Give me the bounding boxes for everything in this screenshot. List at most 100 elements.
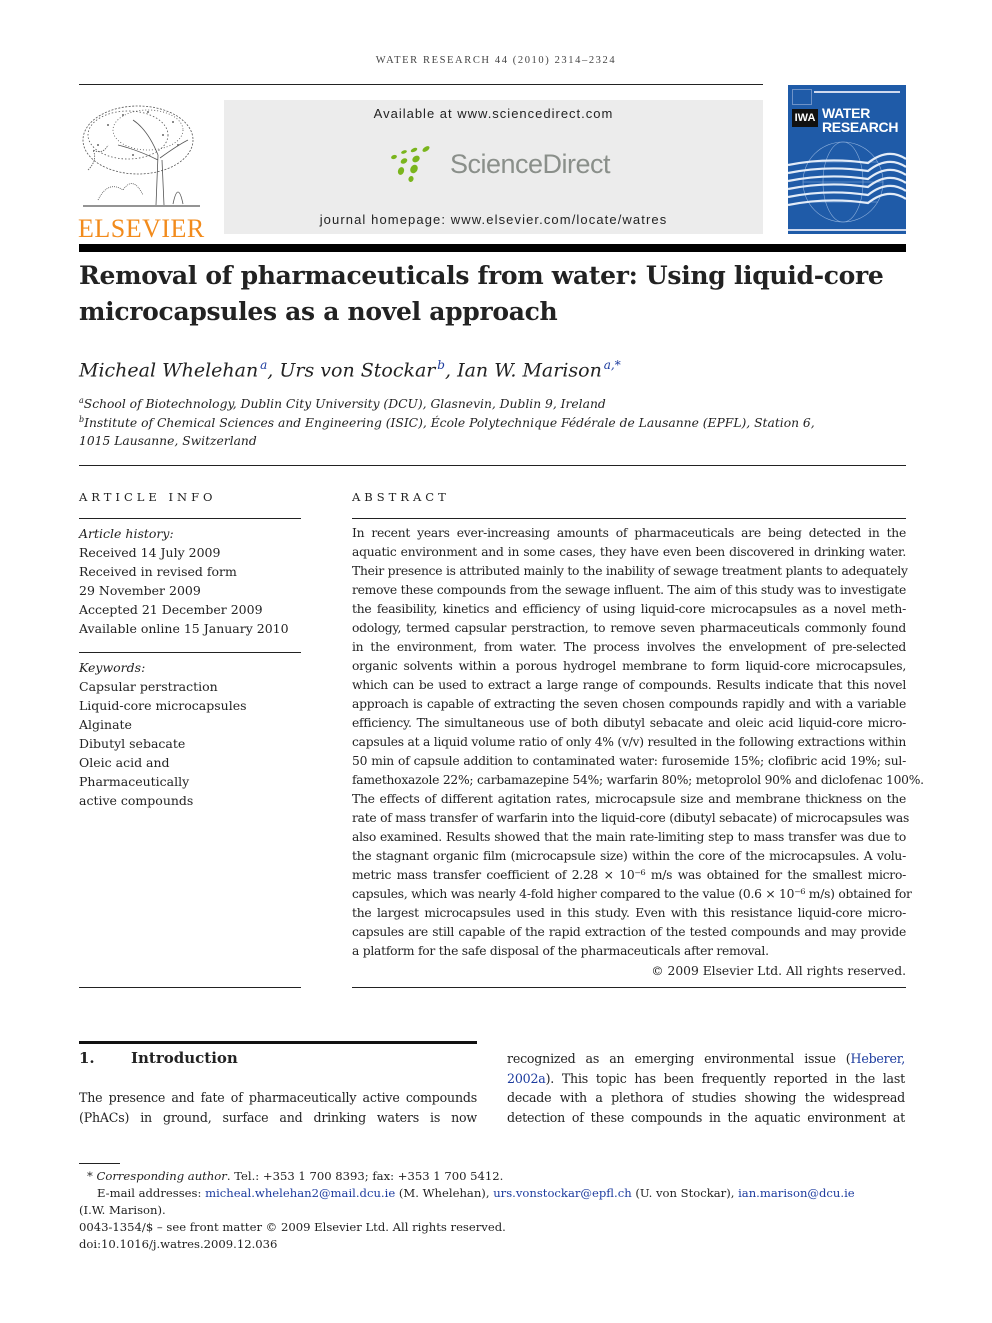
author-name[interactable]: Urs von Stockar <box>279 359 435 381</box>
keywords-label: Keywords: <box>79 660 146 675</box>
abstract-line: metric mass transfer coefficient of 2.28… <box>352 868 906 882</box>
footnote-rule <box>79 1163 120 1164</box>
abstract-line: remove these compounds from the sewage i… <box>352 583 906 597</box>
abstract-rule <box>352 518 906 519</box>
abstract-line: In recent years ever-increasing amounts … <box>352 526 906 540</box>
citation-link[interactable]: Heberer, <box>851 1051 906 1066</box>
article-info-label: ARTICLE INFO <box>79 490 217 504</box>
body-line: The presence and fate of pharmaceuticall… <box>79 1090 477 1105</box>
intro-left-column: The presence and fate of pharmaceuticall… <box>79 1088 477 1127</box>
abstract-line: in the environment, from water. The proc… <box>352 640 906 654</box>
available-at-link[interactable]: Available at www.sciencedirect.com <box>224 106 763 121</box>
history-item: Accepted 21 December 2009 <box>79 602 263 617</box>
abstract-line: also examined. Results showed that the m… <box>352 830 906 844</box>
email-tail: (I.W. Marison). <box>79 1203 166 1217</box>
keyword[interactable]: Alginate <box>79 717 132 732</box>
abstract-text: In recent years ever-increasing amounts … <box>352 524 924 961</box>
sciencedirect-banner: Available at www.sciencedirect.com Scien… <box>224 100 763 234</box>
running-head: WATER RESEARCH 44 (2010) 2314–2324 <box>375 55 617 66</box>
citation-link[interactable]: 2002a <box>507 1071 546 1086</box>
abstract-line: efficiency. The simultaneous use of both… <box>352 716 906 730</box>
cover-bottom-bar <box>788 229 906 231</box>
body-line: decade with a plethora of studies showin… <box>507 1090 905 1105</box>
abstract-line: capsules at a liquid volume ratio of onl… <box>352 735 906 749</box>
abstract-line: odology, termed capsular perstraction, t… <box>352 621 906 635</box>
history-item: Received in revised form <box>79 564 237 579</box>
body-line: 2002a). This topic has been frequently r… <box>507 1070 905 1086</box>
masthead-rule <box>79 244 906 252</box>
section-rule <box>79 1041 477 1044</box>
history-item: 29 November 2009 <box>79 583 201 598</box>
sciencedirect-logo[interactable]: ScienceDirect <box>390 146 611 182</box>
iwa-badge: IWA <box>792 109 818 127</box>
body-line: detection of these compounds in the aqua… <box>507 1109 905 1125</box>
author-name[interactable]: Micheal Whelehan <box>79 359 258 381</box>
header-rule <box>79 84 763 85</box>
section-heading: 1. Introduction <box>79 1049 238 1067</box>
email-link[interactable]: micheal.whelehan2@mail.dcu.ie <box>205 1186 395 1200</box>
issn-line: 0043-1354/$ – see front matter © 2009 El… <box>79 1220 506 1234</box>
abstract-line: famethoxazole 22%; carbamazepine 54%; wa… <box>352 773 924 787</box>
abstract-line: the stagnant organic film (microcapsule … <box>352 849 906 863</box>
affiliation-mark[interactable]: a,* <box>604 358 621 372</box>
history-item: Received 14 July 2009 <box>79 545 221 560</box>
affiliation-a: aSchool of Biotechnology, Dublin City Un… <box>79 396 606 412</box>
abstract-line: capsules, which was nearly 4-fold higher… <box>352 887 912 901</box>
keyword[interactable]: active compounds <box>79 793 193 808</box>
email-link[interactable]: ian.marison@dcu.ie <box>738 1186 855 1200</box>
abstract-line: The effects of different agitation rates… <box>352 792 906 806</box>
keyword[interactable]: Dibutyl sebacate <box>79 736 185 751</box>
abstract-line: aquatic environment and in some cases, t… <box>352 545 906 559</box>
corresponding-author-note: * Corresponding author. Tel.: +353 1 700… <box>87 1169 504 1183</box>
cover-title: WATER RESEARCH <box>822 105 899 135</box>
abstract-bottom-rule <box>352 987 906 988</box>
body-line: recognized as an emerging environmental … <box>507 1051 906 1066</box>
abstract-line: Their presence is attributed mainly to t… <box>352 564 908 578</box>
keywords-rule <box>79 652 301 653</box>
keyword[interactable]: Capsular perstraction <box>79 679 218 694</box>
email-addresses: E-mail addresses: micheal.whelehan2@mail… <box>97 1186 855 1200</box>
history-item: Available online 15 January 2010 <box>79 621 289 636</box>
intro-right-column: recognized as an emerging environmental … <box>507 1049 905 1127</box>
article-history-label: Article history: <box>79 526 174 541</box>
cover-bar <box>814 91 900 93</box>
abstract-line: a platform for the safe disposal of the … <box>352 944 769 958</box>
email-link[interactable]: urs.vonstockar@epfl.ch <box>493 1186 631 1200</box>
doi-link[interactable]: doi:10.1016/j.watres.2009.12.036 <box>79 1237 277 1251</box>
abstract-line: organic solvents within a porous hydroge… <box>352 659 906 673</box>
abstract-line: 50 min of capsule addition to contaminat… <box>352 754 906 768</box>
abstract-copyright: © 2009 Elsevier Ltd. All rights reserved… <box>651 964 906 978</box>
author-name[interactable]: Ian W. Marison <box>457 359 602 381</box>
article-title: Removal of pharmaceuticals from water: U… <box>79 261 884 326</box>
author-list: Micheal Whelehan a, Urs von Stockar b, I… <box>79 358 621 382</box>
abstract-line: the largest microcapsules used in this s… <box>352 906 906 920</box>
cover-emblem <box>792 89 812 105</box>
elsevier-wordmark: ELSEVIER <box>78 214 205 243</box>
journal-homepage-link[interactable]: journal homepage: www.elsevier.com/locat… <box>224 212 763 227</box>
cover-wave-graphic <box>788 141 906 223</box>
journal-cover[interactable]: IWA WATER RESEARCH <box>788 85 906 234</box>
keyword[interactable]: Pharmaceutically <box>79 774 189 789</box>
abstract-label: ABSTRACT <box>352 490 450 504</box>
elsevier-logo[interactable]: ELSEVIER <box>78 100 204 243</box>
keyword[interactable]: Liquid-core microcapsules <box>79 698 247 713</box>
abstract-line: which can be used to extract a large ran… <box>352 678 906 692</box>
dots-icon <box>391 146 430 182</box>
affiliation-b-continued: 1015 Lausanne, Switzerland <box>79 434 257 448</box>
body-line: (PhACs) in ground, surface and drinking … <box>79 1109 477 1125</box>
abstract-line: capsules are still capable of the rapid … <box>352 925 906 939</box>
affiliation-mark[interactable]: a <box>260 358 267 372</box>
tree-icon <box>82 105 200 207</box>
affiliation-mark[interactable]: b <box>437 358 445 372</box>
affiliation-b: bInstitute of Chemical Sciences and Engi… <box>79 415 815 431</box>
article-info-rule <box>79 518 301 519</box>
keyword[interactable]: Oleic acid and <box>79 755 170 770</box>
abstract-line: approach is capable of extracting the se… <box>352 697 906 711</box>
abstract-line: rate of mass transfer of warfarin into t… <box>352 811 910 825</box>
section-title: Introduction <box>131 1049 238 1067</box>
sciencedirect-wordmark: ScienceDirect <box>450 148 611 179</box>
abstract-line: the feasibility, kinetics and efficiency… <box>352 602 906 616</box>
article-info-bottom-rule <box>79 987 301 988</box>
section-number: 1. <box>79 1049 95 1067</box>
affiliation-rule <box>79 465 906 466</box>
